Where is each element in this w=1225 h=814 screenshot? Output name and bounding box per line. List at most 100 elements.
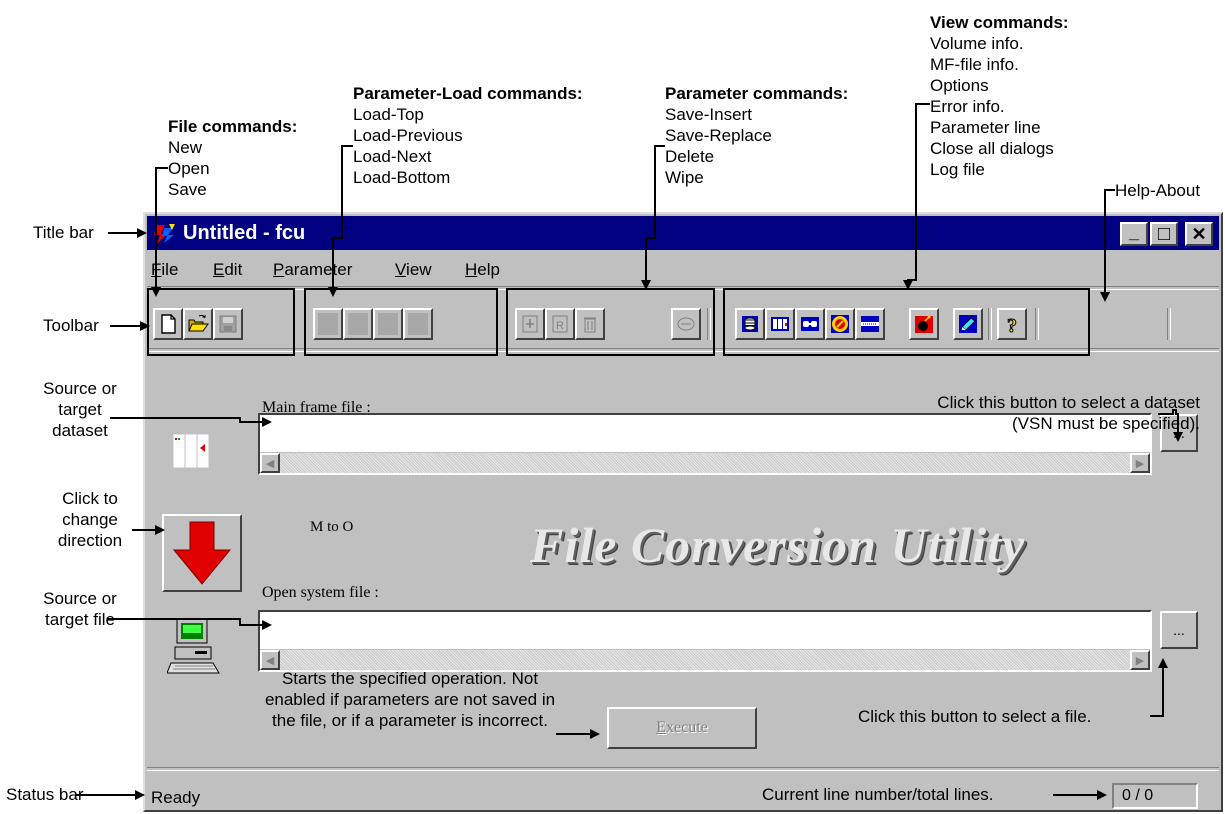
toolbar-divider [1167,308,1171,340]
callout-line: change [62,510,118,529]
callout-line: Click this button to select a dataset [937,393,1200,412]
view-commands-item: Parameter line [930,118,1041,137]
open-system-file-field[interactable]: ◀ ▶ [258,610,1152,672]
load-previous-button[interactable] [343,308,373,340]
select-dataset-callout: Click this button to select a dataset (V… [760,392,1200,434]
menu-parameter[interactable]: Parameter [273,260,352,280]
save-insert-button[interactable] [515,308,545,340]
line-count-pane: 0 / 0 [1112,783,1198,809]
menu-bar: File Edit Parameter View Help [147,258,1219,282]
line-numbers-callout: Current line number/total lines. [762,785,994,804]
load-previous-icon [348,313,368,335]
toolbar-divider [1035,308,1039,340]
change-direction-callout: Click to change direction [45,488,135,551]
file-commands-callout: File commands: New Open Save [168,116,297,200]
menu-accel: E [213,260,225,279]
svg-text:R: R [556,320,564,332]
status-bar-edge [147,767,1219,771]
parameter-line-button[interactable] [855,308,885,340]
help-about-icon: ? [1007,315,1018,336]
param-commands-item: Wipe [665,168,704,187]
app-icon [154,224,175,244]
menu-accel: H [465,260,478,279]
wipe-button[interactable] [671,308,701,340]
mf-file-info-button[interactable] [765,308,795,340]
volume-info-button[interactable] [735,308,765,340]
options-button[interactable] [795,308,825,340]
close-dialogs-button[interactable] [953,308,983,340]
error-info-icon [831,315,849,333]
scroll-right-icon[interactable]: ▶ [1130,453,1150,473]
menu-label: arameter [284,260,353,279]
open-button[interactable] [183,308,213,340]
mainframe-dataset-icon [172,433,210,469]
open-icon [188,314,209,332]
delete-button[interactable] [575,308,605,340]
load-bottom-icon [408,313,428,335]
source-file-callout: Source or target file [22,588,138,630]
close-button[interactable]: ✕ [1185,222,1213,246]
options-icon [801,317,819,331]
load-next-button[interactable] [373,308,403,340]
scroll-right-icon[interactable]: ▶ [1130,650,1150,670]
param-load-item: Load-Bottom [353,168,451,187]
mf-file-info-icon [771,317,789,331]
direction-button[interactable] [162,514,242,592]
load-bottom-button[interactable] [403,308,433,340]
browse-file-button[interactable]: ... [1160,611,1198,649]
new-button[interactable] [153,308,183,340]
file-commands-item: Open [168,159,210,178]
maximize-button[interactable]: □ [1150,222,1178,246]
minimize-icon: _ [1128,222,1139,242]
param-commands-item: Save-Insert [665,105,752,124]
menu-label: ile [161,260,179,279]
callout-line: direction [57,531,123,550]
file-commands-title: File commands: [168,117,298,136]
toolbar-callout: Toolbar [43,316,99,335]
execute-button[interactable]: Execute [607,707,757,749]
app-banner: File Conversion Utility [530,517,1026,573]
menu-file[interactable]: File [151,260,178,280]
title-bar-callout: Title bar [33,223,94,242]
save-insert-icon [522,315,538,333]
menu-view[interactable]: View [395,260,432,280]
load-top-button[interactable] [313,308,343,340]
mainframe-hscroll[interactable]: ◀ ▶ [260,452,1150,473]
param-commands-callout: Parameter commands: Save-Insert Save-Rep… [665,83,848,188]
parameter-line-icon [861,316,879,332]
param-load-callout: Parameter-Load commands: Load-Top Load-P… [353,83,583,188]
view-commands-item: Close all dialogs [930,139,1054,158]
title-bar[interactable]: Untitled - fcu _ □ ✕ [147,216,1219,250]
menu-help[interactable]: Help [465,260,500,280]
toolbar-divider [707,308,711,340]
error-info-button[interactable] [825,308,855,340]
callout-line: Click to [62,489,118,508]
callout-line: Source or [43,589,117,608]
help-about-button[interactable]: ? [997,308,1027,340]
status-bar-callout: Status bar [6,785,84,804]
param-load-title: Parameter-Load commands: [353,84,583,103]
load-next-icon [378,313,398,335]
volume-info-icon [742,316,758,332]
maximize-icon: □ [1157,223,1171,245]
status-text: Ready [151,788,201,807]
param-commands-item: Save-Replace [665,126,772,145]
source-dataset-callout: Source or target dataset [22,378,138,441]
menu-accel: P [273,260,285,279]
scroll-left-icon[interactable]: ◀ [260,453,280,473]
new-icon [161,314,176,334]
view-commands-callout: View commands: Volume info. MF-file info… [930,12,1069,180]
menu-edit[interactable]: Edit [213,260,242,280]
scroll-left-icon[interactable]: ◀ [260,650,280,670]
minimize-button[interactable]: _ [1120,222,1148,246]
save-replace-button[interactable]: R [545,308,575,340]
menu-accel: V [395,260,407,279]
save-button[interactable] [213,308,243,340]
view-commands-item: MF-file info. [930,55,1019,74]
open-system-hscroll[interactable]: ◀ ▶ [260,649,1150,670]
log-file-button[interactable] [909,308,939,340]
param-load-item: Load-Next [353,147,432,166]
view-commands-title: View commands: [930,13,1069,32]
view-commands-item: Volume info. [930,34,1024,53]
callout-line: Source or [43,379,117,398]
